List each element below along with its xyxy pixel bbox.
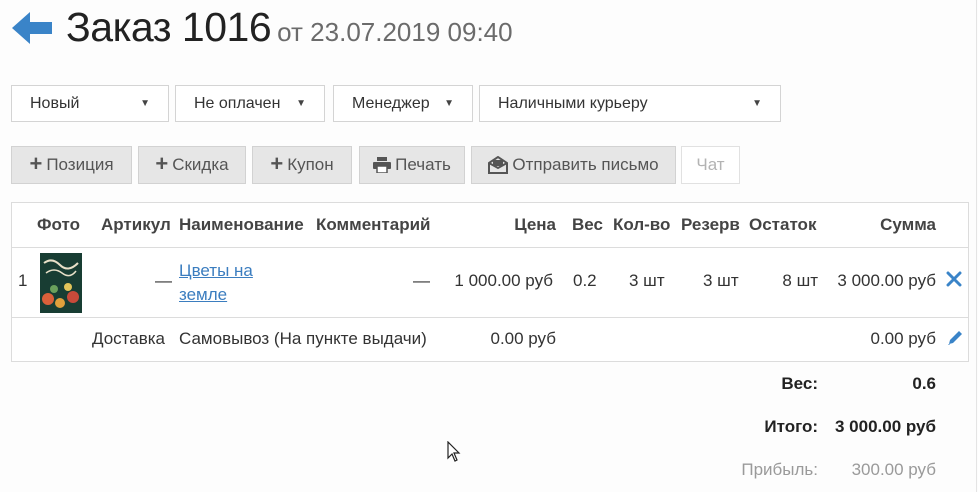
plus-icon: + <box>29 151 43 176</box>
remove-icon[interactable] <box>946 271 964 289</box>
print-button[interactable]: Печать <box>359 146 465 184</box>
add-position-button[interactable]: + Позиция <box>11 146 132 184</box>
delivery-sum: 0.00 руб <box>870 329 936 348</box>
order-number: Заказ 1016 <box>66 4 272 50</box>
product-comment: — <box>413 271 430 290</box>
caret-down-icon: ▼ <box>140 98 150 109</box>
profit-value: 300.00 руб <box>851 460 936 479</box>
page-frame-border <box>976 0 977 492</box>
manager-select[interactable]: Менеджер ▼ <box>333 85 473 122</box>
column-header-stock: Остаток <box>749 215 817 234</box>
plus-icon: + <box>155 151 169 176</box>
add-position-label: Позиция <box>46 155 114 174</box>
product-name-link[interactable]: Цветы на земле <box>179 259 253 307</box>
column-header-qty: Кол-во <box>613 215 671 234</box>
send-email-button[interactable]: Отправить письмо <box>471 146 676 184</box>
status-select[interactable]: Новый ▼ <box>11 85 169 122</box>
delivery-method: Самовывоз (На пункте выдачи) <box>179 329 427 348</box>
pencil-icon[interactable] <box>946 329 964 347</box>
column-header-sku: Артикул <box>101 215 171 234</box>
delivery-price: 0.00 руб <box>490 329 556 348</box>
delivery-label: Доставка <box>92 329 166 348</box>
product-sum: 3 000.00 руб <box>837 271 936 290</box>
page-title: Заказ 1016 от 23.07.2019 09:40 <box>66 4 513 51</box>
product-price: 1 000.00 руб <box>454 271 553 290</box>
column-header-comment: Комментарий <box>316 215 431 234</box>
back-arrow-icon[interactable] <box>12 12 54 46</box>
caret-down-icon: ▼ <box>444 98 454 109</box>
weight-value: 0.6 <box>912 374 936 393</box>
column-header-sum: Сумма <box>880 215 936 234</box>
product-reserve: 3 шт <box>703 271 739 290</box>
column-header-reserve: Резерв <box>681 215 740 234</box>
column-header-price: Цена <box>514 215 556 234</box>
envelope-icon <box>488 156 509 174</box>
row-number: 1 <box>18 271 28 290</box>
payment-method-select[interactable]: Наличными курьеру ▼ <box>479 85 781 122</box>
product-thumbnail[interactable] <box>40 253 82 313</box>
add-coupon-button[interactable]: + Купон <box>252 146 352 184</box>
plus-icon: + <box>270 151 284 176</box>
mouse-cursor-icon <box>447 440 461 463</box>
profit-label: Прибыль: <box>741 460 818 479</box>
caret-down-icon: ▼ <box>752 98 762 109</box>
chat-label: Чат <box>696 155 725 174</box>
printer-icon <box>373 157 392 173</box>
product-quantity: 3 шт <box>629 271 665 290</box>
order-items-table: Фото Артикул Наименование Комментарий Це… <box>11 202 969 362</box>
order-date: от 23.07.2019 09:40 <box>277 17 513 47</box>
row-divider <box>12 317 968 318</box>
weight-label: Вес: <box>781 374 818 393</box>
add-discount-label: Скидка <box>172 155 229 174</box>
add-coupon-label: Купон <box>287 155 334 174</box>
column-header-weight: Вес <box>572 215 603 234</box>
column-header-name: Наименование <box>179 215 304 234</box>
add-discount-button[interactable]: + Скидка <box>138 146 246 184</box>
print-label: Печать <box>395 155 451 174</box>
product-weight: 0.2 <box>573 271 597 290</box>
status-select-value: Новый <box>30 94 80 112</box>
total-label: Итого: <box>764 417 818 436</box>
chat-button[interactable]: Чат <box>681 146 740 184</box>
payment-status-value: Не оплачен <box>194 94 281 112</box>
total-value: 3 000.00 руб <box>834 417 936 436</box>
manager-select-value: Менеджер <box>352 94 430 112</box>
payment-status-select[interactable]: Не оплачен ▼ <box>175 85 325 122</box>
payment-method-value: Наличными курьеру <box>498 94 648 112</box>
product-stock: 8 шт <box>782 271 818 290</box>
product-sku: — <box>155 271 172 290</box>
send-email-label: Отправить письмо <box>512 155 659 174</box>
table-header-divider <box>12 247 968 248</box>
column-header-photo: Фото <box>37 215 80 234</box>
caret-down-icon: ▼ <box>296 98 306 109</box>
